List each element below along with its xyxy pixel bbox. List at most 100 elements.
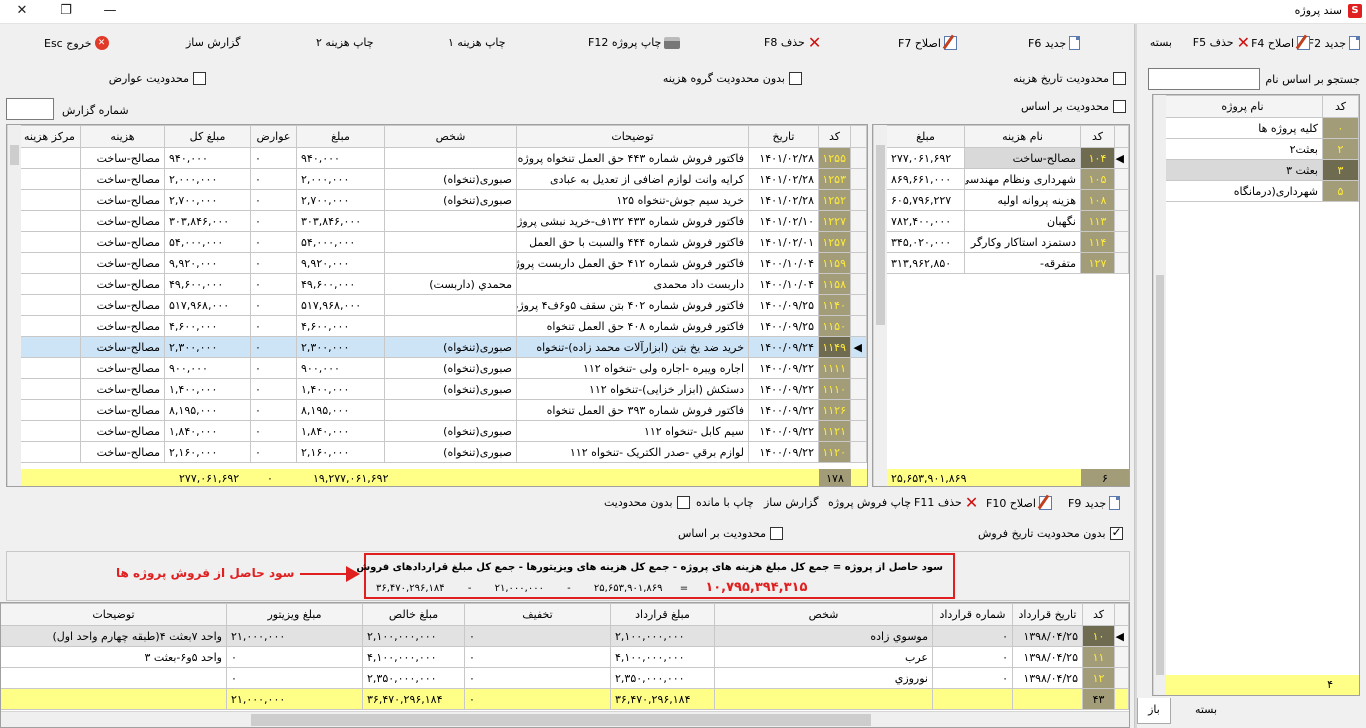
table-cell: ۱,۸۴۰,۰۰۰ (296, 420, 385, 442)
print-project-button[interactable]: چاپ پروژه F12 (588, 36, 681, 49)
scroll-thumb[interactable] (10, 145, 19, 165)
col-code[interactable]: کد (1322, 95, 1359, 118)
table-row-selected[interactable]: ۳ بعثت ۳ (1162, 159, 1359, 181)
table-row[interactable]: ◀ ۱۰ ۱۳۹۸/۰۴/۲۵ ۰ موسوي زاده ۲,۱۰۰,۰۰۰,۰۰۰ ۰ ۲,… (1, 625, 1129, 647)
table-row[interactable]: ۱۱۱۱ ۱۴۰۰/۰۹/۲۲ اجاره ویبره -اجاره ولی -تن… (18, 357, 867, 379)
col-code[interactable]: کد (818, 125, 851, 148)
contracts-table: کد تاریخ قرارداد شماره قرارداد شخص مبلغ … (1, 603, 1129, 710)
date-limit-checkbox[interactable]: محدودیت تاریخ هزینه (1013, 72, 1126, 85)
col-contract-no[interactable]: شماره قرارداد (932, 603, 1013, 626)
cost-summary-scrollbar[interactable] (873, 125, 887, 486)
cost-edit-button[interactable]: اصلاح F7 (898, 36, 957, 50)
table-row[interactable]: ۱۲ ۱۳۹۸/۰۴/۲۵ ۰ نوروزي ۲,۳۵۰,۰۰۰,۰۰۰ ۰ ۲,۳۵۰,۰… (1, 667, 1129, 689)
col-date[interactable]: تاریخ (748, 125, 819, 148)
col-cost-center[interactable]: مرکز هزینه (18, 125, 81, 148)
project-new-button[interactable]: جدید F2 (1308, 36, 1360, 50)
close-window-button[interactable]: ✕ (0, 0, 44, 24)
col-net[interactable]: مبلغ خالص (362, 603, 465, 626)
col-person[interactable]: شخص (714, 603, 933, 626)
table-row[interactable]: ۱۲۵۵ ۱۴۰۱/۰۲/۲۸ فاکتور فروش شماره ۴۴۳ حق ا… (18, 147, 867, 169)
table-row[interactable]: ۱۱۱۰ ۱۴۰۰/۰۹/۲۲ دستکش (ابزار خزایی)-تنخواه… (18, 378, 867, 400)
based-on-checkbox[interactable]: محدودیت بر اساس (1021, 100, 1126, 113)
no-date-limit-checkbox[interactable]: بدون محدودیت تاریخ فروش (978, 525, 1123, 540)
col-amount[interactable]: مبلغ (886, 125, 965, 148)
sale-edit-button[interactable]: اصلاح F10 (986, 496, 1052, 510)
sales-based-on-checkbox[interactable]: محدودیت بر اساس (678, 527, 784, 540)
col-toll[interactable]: عوارض (250, 125, 297, 148)
sales-report-button[interactable]: گزارش ساز (764, 496, 818, 509)
col-discount[interactable]: تخفیف (464, 603, 611, 626)
table-row[interactable]: ۱۲۵۷ ۱۴۰۱/۰۲/۰۱ فاکتور فروش شماره ۴۴۴ والس… (18, 231, 867, 253)
print-sales-button[interactable]: چاپ فروش پروژه (828, 496, 911, 509)
projects-scrollbar[interactable] (1153, 95, 1166, 695)
table-row[interactable]: ۱۱۲۶ ۱۴۰۰/۰۹/۲۲ فاکتور فروش شماره ۳۹۳ حق ا… (18, 399, 867, 421)
group-limit-checkbox[interactable]: بدون محدودیت گروه هزینه (663, 72, 802, 85)
no-limit-checkbox[interactable]: بدون محدودیت (604, 496, 690, 509)
table-row[interactable]: ◀ ۱۰۴ مصالح-ساخت ۲۷۷,۰۶۱,۶۹۲ (886, 147, 1129, 169)
maximize-button[interactable]: ❐ (44, 0, 88, 24)
table-row[interactable]: ۰ کلیه پروژه ها (1162, 117, 1359, 139)
contracts-hscrollbar[interactable] (1, 711, 1129, 727)
col-project-name[interactable]: نام پروژه (1162, 95, 1323, 118)
table-row[interactable]: ۱۲۵۲ ۱۴۰۱/۰۲/۲۸ خرید سیم جوش-تنخواه ۱۲۵ صبو… (18, 189, 867, 211)
table-row[interactable]: ۱۰۸ هزینه پروانه اولیه ۶۰۵,۷۹۶,۲۲۷ (886, 189, 1129, 211)
table-cell: ۴,۶۰۰,۰۰۰ (296, 315, 385, 337)
col-cost[interactable]: هزینه (80, 125, 165, 148)
table-row[interactable]: ۱۰۵ شهرداری ونظام مهندسی ۸۶۹,۶۶۱,۰۰۰ (886, 168, 1129, 190)
col-person[interactable]: شخص (384, 125, 517, 148)
tab-open[interactable]: باز (1137, 698, 1171, 724)
project-close-button[interactable]: بسته (1150, 36, 1172, 49)
col-cost-name[interactable]: نام هزینه (964, 125, 1081, 148)
table-row[interactable]: ۱۱۵۸ ۱۴۰۰/۱۰/۰۴ داربست داد محمدی محمدي (دار… (18, 273, 867, 295)
cost-new-button[interactable]: جدید F6 (1028, 36, 1081, 50)
table-row[interactable]: ◀ ۱۱۴۹ ۱۴۰۰/۰۹/۲۴ خرید ضد یخ بتن (ابزارآلات… (18, 336, 867, 358)
table-cell: ۱۲۵۷ (818, 231, 851, 253)
minimize-button[interactable]: — (88, 0, 132, 24)
panel-splitter[interactable] (1134, 24, 1137, 728)
cost-details-scrollbar[interactable] (7, 125, 21, 486)
table-row[interactable]: ۵ شهرداری(درمانگاه (1162, 180, 1359, 202)
table-row[interactable]: ۱۱ ۱۳۹۸/۰۴/۲۵ ۰ عرب ۴,۱۰۰,۰۰۰,۰۰۰ ۰ ۴,۱۰۰,۰۰۰,… (1, 646, 1129, 668)
print-cost2-button[interactable]: چاپ هزینه ۲ (316, 36, 374, 49)
table-row[interactable]: ۱۲۵۳ ۱۴۰۱/۰۲/۲۸ کرایه وانت لوازم اضافی از … (18, 168, 867, 190)
sale-delete-button[interactable]: ✕ حذف F11 (914, 494, 978, 510)
table-row[interactable]: ۱۱۲۰ ۱۴۰۰/۰۹/۲۲ لوازم برقي -صدر الکتریک -ت… (18, 441, 867, 463)
table-row[interactable]: ۱۱۴۰ ۱۴۰۰/۰۹/۲۵ فاکتور فروش شماره ۴۰۲ بتن … (18, 294, 867, 316)
print-remaining-button[interactable]: چاپ با مانده (696, 496, 754, 509)
table-row[interactable]: ۱۱۳ نگهبان ۷۸۲,۴۰۰,۰۰۰ (886, 210, 1129, 232)
table-cell: واحد ۵و۶-بعثت ۳ (1, 646, 227, 668)
print-cost1-button[interactable]: چاپ هزینه ۱ (448, 36, 506, 49)
table-row[interactable]: ۱۱۲۱ ۱۴۰۰/۰۹/۲۲ سیم کابل -تنخواه ۱۱۲ صبوری(… (18, 420, 867, 442)
table-row[interactable]: ۱۱۴ دستمزد استاکار وکارگر ۳۴۵,۰۲۰,۰۰۰ (886, 231, 1129, 253)
cost-delete-button[interactable]: ✕ حذف F8 (764, 34, 821, 50)
table-row[interactable]: ۱۱۵۹ ۱۴۰۰/۱۰/۰۴ فاکتور فروش شماره ۴۱۲ حق ا… (18, 252, 867, 274)
scroll-thumb[interactable] (1156, 275, 1164, 675)
project-edit-button[interactable]: اصلاح F4 (1251, 36, 1310, 50)
col-amount[interactable]: مبلغ (296, 125, 385, 148)
title-bar: S سند پروژه ✕ ❐ — (0, 0, 1366, 24)
report-number-input[interactable] (6, 98, 54, 120)
col-contract-amount[interactable]: مبلغ قرارداد (610, 603, 715, 626)
scroll-thumb[interactable] (251, 714, 871, 726)
project-search-input[interactable] (1148, 68, 1260, 90)
col-description[interactable]: توضیحات (516, 125, 749, 148)
table-row[interactable]: ۱۱۵۰ ۱۴۰۰/۰۹/۲۵ فاکتور فروش شماره ۴۰۸ حق ا… (18, 315, 867, 337)
cost-summary-footer: ۶ ۲۵,۶۵۳,۹۰۱,۸۶۹ (887, 469, 1129, 486)
table-row[interactable]: ۱۲۲۷ ۱۴۰۱/۰۲/۱۰ فاکتور فروش شماره ۴۳۳ ۱۳۲ف… (18, 210, 867, 232)
col-visitor[interactable]: مبلغ ویزیتور (226, 603, 363, 626)
tab-closed[interactable]: بسته (1176, 698, 1236, 722)
col-code[interactable]: کد (1080, 125, 1115, 148)
project-delete-button[interactable]: ✕ حذف F5 (1193, 34, 1250, 50)
table-row[interactable]: ۱۲۷ متفرقه- ۳۱۳,۹۶۲,۸۵۰ (886, 252, 1129, 274)
col-description[interactable]: توضیحات (1, 603, 227, 626)
col-contract-date[interactable]: تاریخ قرارداد (1012, 603, 1083, 626)
col-total[interactable]: مبلغ کل (164, 125, 251, 148)
scroll-thumb[interactable] (876, 145, 885, 325)
tolls-limit-checkbox[interactable]: محدودیت عوارض (109, 72, 206, 85)
table-cell: خرید ضد یخ بتن (ابزارآلات محمد زاده)-تنخ… (516, 336, 749, 358)
sale-new-button[interactable]: جدید F9 (1068, 496, 1121, 510)
table-row[interactable]: ۲ بعثت۲ (1162, 138, 1359, 160)
col-code[interactable]: کد (1082, 603, 1115, 626)
exit-button[interactable]: ✕ خروج Esc (44, 36, 109, 50)
report-builder-button[interactable]: گزارش ساز (186, 36, 240, 49)
